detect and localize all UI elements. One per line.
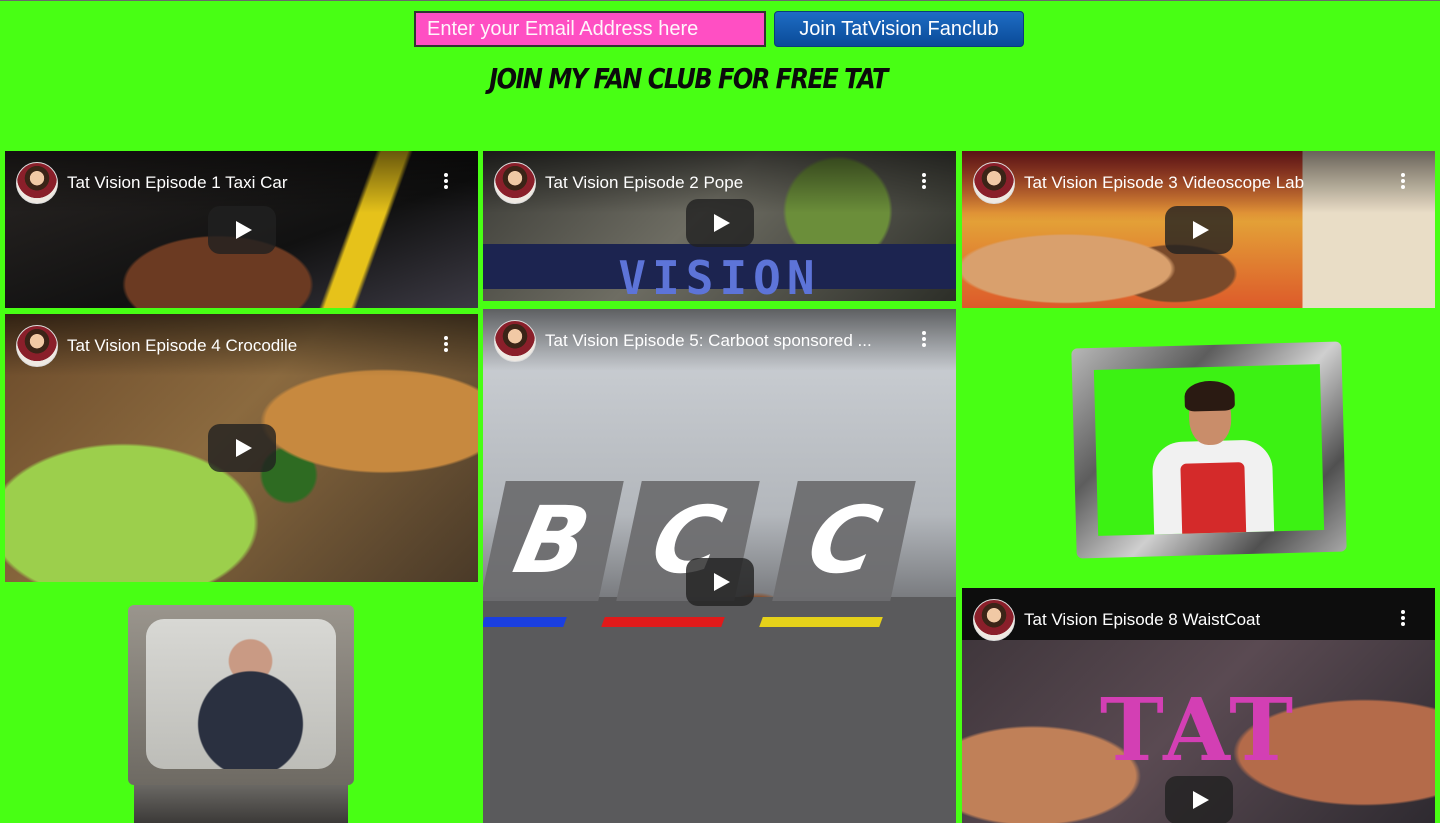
more-options-icon[interactable] xyxy=(1401,610,1405,626)
email-input[interactable] xyxy=(414,11,766,47)
more-options-icon[interactable] xyxy=(1401,173,1405,189)
video-embed-episode-5[interactable]: B C C Tat Vision Episode 5: Carboot spon… xyxy=(483,309,956,823)
play-button[interactable] xyxy=(685,558,754,606)
video-header: Tat Vision Episode 8 WaistCoat xyxy=(962,588,1435,641)
tv-screen xyxy=(146,619,336,769)
man-hair xyxy=(1184,380,1235,412)
play-button[interactable] xyxy=(1164,776,1233,823)
more-options-icon[interactable] xyxy=(922,331,926,347)
channel-avatar[interactable] xyxy=(973,599,1015,641)
join-fanclub-button[interactable]: Join TatVision Fanclub xyxy=(774,11,1024,47)
retro-tv-image xyxy=(128,605,356,823)
fanclub-tagline: JOIN MY FAN CLUB FOR FREE TAT xyxy=(489,62,888,96)
channel-avatar[interactable] xyxy=(16,162,58,204)
tv-base xyxy=(134,785,348,823)
video-title[interactable]: Tat Vision Episode 8 WaistCoat xyxy=(1024,610,1260,630)
channel-avatar[interactable] xyxy=(973,162,1015,204)
channel-avatar[interactable] xyxy=(494,320,536,362)
vision-overlay-text: VISION xyxy=(618,251,821,301)
green-screen xyxy=(1093,364,1325,536)
bcc-bar-yellow xyxy=(759,617,883,627)
video-title[interactable]: Tat Vision Episode 2 Pope xyxy=(545,173,743,193)
bcc-letter: B xyxy=(483,481,624,601)
video-title[interactable]: Tat Vision Episode 4 Crocodile xyxy=(67,336,297,356)
picture-frame xyxy=(1071,341,1347,559)
more-options-icon[interactable] xyxy=(444,173,448,189)
video-embed-episode-3[interactable]: Tat Vision Episode 3 Videoscope Lab xyxy=(962,151,1435,308)
red-apron xyxy=(1180,462,1247,536)
video-embed-episode-2[interactable]: VISION Tat Vision Episode 2 Pope xyxy=(483,151,956,301)
play-button[interactable] xyxy=(207,424,276,472)
video-header: Tat Vision Episode 5: Carboot sponsored … xyxy=(483,309,956,371)
play-button[interactable] xyxy=(1164,205,1233,254)
video-embed-episode-1[interactable]: Tat Vision Episode 1 Taxi Car xyxy=(5,151,478,308)
video-title[interactable]: Tat Vision Episode 5: Carboot sponsored … xyxy=(545,331,872,351)
video-title[interactable]: Tat Vision Episode 3 Videoscope Lab xyxy=(1024,173,1304,193)
bcc-bar-blue xyxy=(483,617,567,627)
bcc-letter: C xyxy=(772,481,916,601)
more-options-icon[interactable] xyxy=(922,173,926,189)
video-title[interactable]: Tat Vision Episode 1 Taxi Car xyxy=(67,173,288,193)
video-embed-episode-4[interactable]: Tat Vision Episode 4 Crocodile xyxy=(5,314,478,582)
play-button[interactable] xyxy=(685,199,754,247)
play-button[interactable] xyxy=(207,205,276,254)
video-header: Tat Vision Episode 1 Taxi Car xyxy=(5,151,478,213)
tat-overlay-text: TAT xyxy=(1099,680,1298,781)
channel-avatar[interactable] xyxy=(494,162,536,204)
video-embed-episode-8[interactable]: TAT Tat Vision Episode 8 WaistCoat xyxy=(962,588,1435,823)
fanclub-signup-form: Join TatVision Fanclub xyxy=(414,11,1024,47)
channel-avatar[interactable] xyxy=(16,325,58,367)
more-options-icon[interactable] xyxy=(444,336,448,352)
video-header: Tat Vision Episode 3 Videoscope Lab xyxy=(962,151,1435,213)
video-header: Tat Vision Episode 4 Crocodile xyxy=(5,314,478,376)
bcc-bar-red xyxy=(601,617,725,627)
